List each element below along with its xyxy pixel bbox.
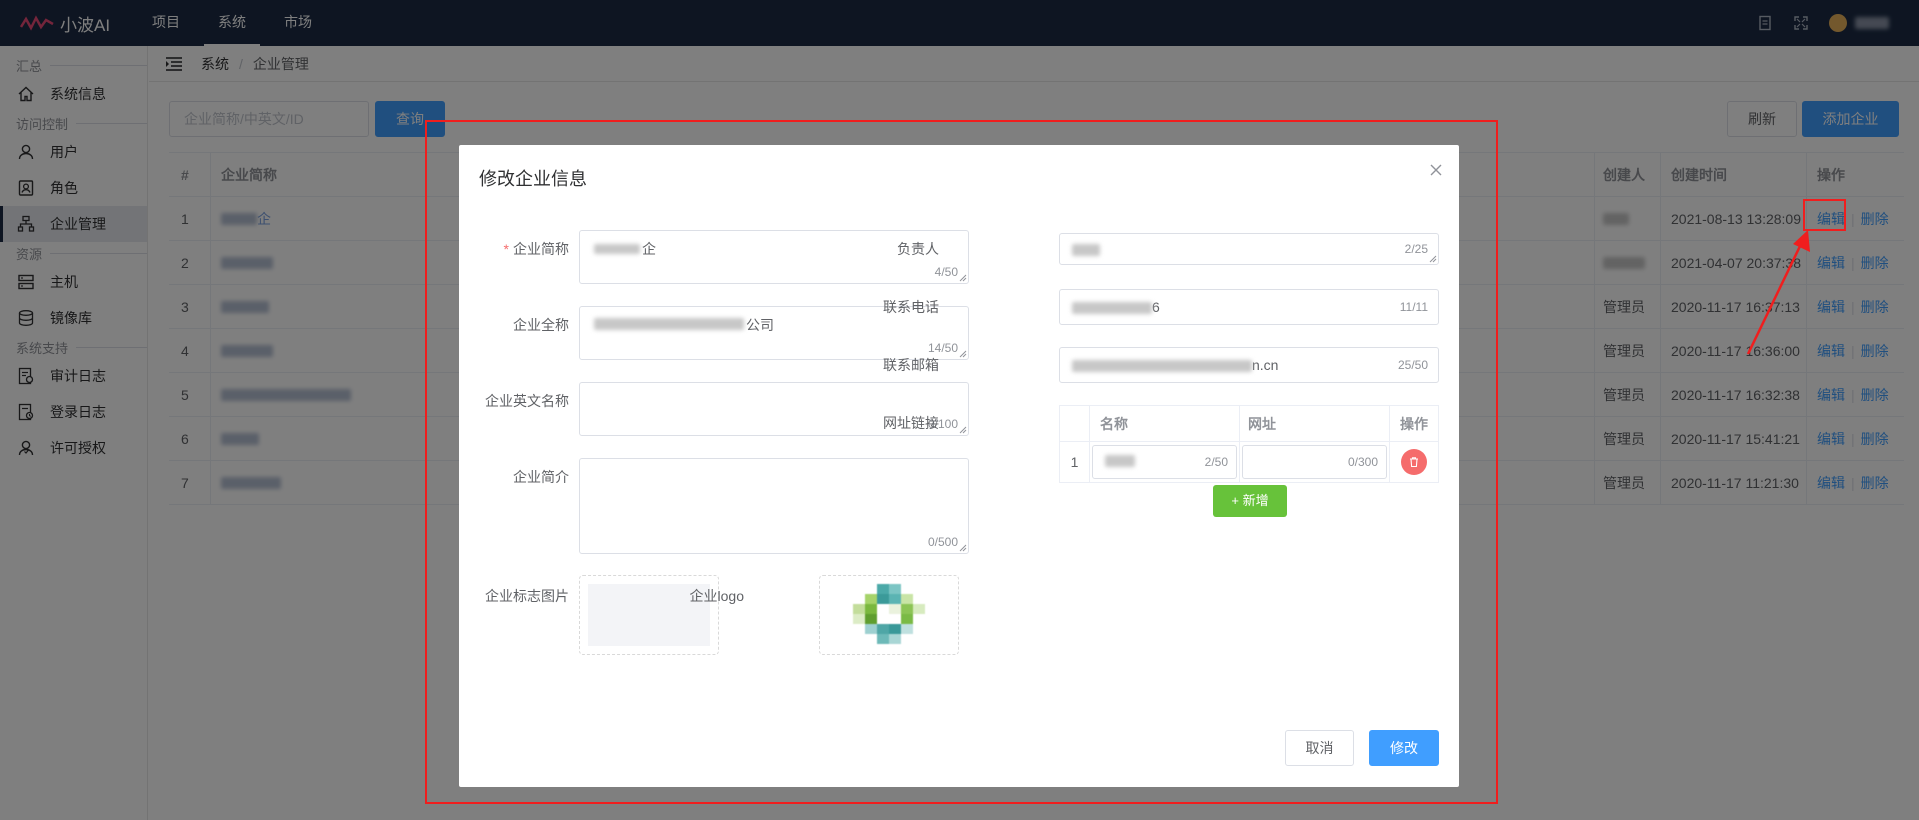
annotation-frame <box>425 120 1498 804</box>
annotation-arrow-icon <box>1746 230 1810 355</box>
